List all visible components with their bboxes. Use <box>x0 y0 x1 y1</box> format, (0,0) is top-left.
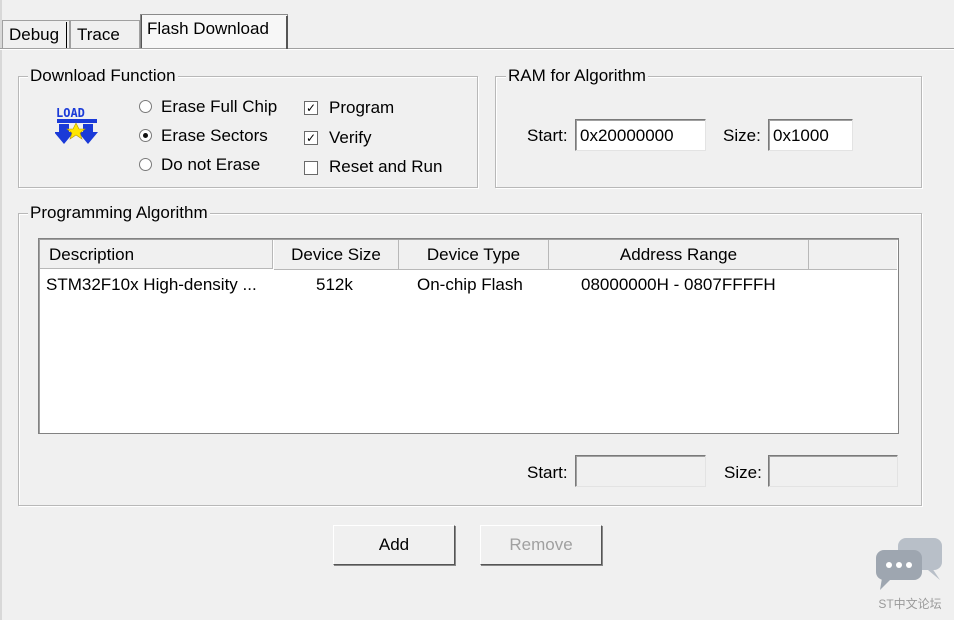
reset-and-run-label: Reset and Run <box>329 157 443 176</box>
erase-sectors-label: Erase Sectors <box>161 126 268 145</box>
row-device-size: 512k <box>316 275 353 294</box>
ram-size-label: Size: <box>723 126 761 145</box>
tab-trace-label: Trace <box>77 25 120 44</box>
tab-trace[interactable]: Trace <box>70 20 140 49</box>
tab-separator <box>66 22 67 48</box>
column-header-device-type[interactable]: Device Type <box>399 240 549 270</box>
verify-label: Verify <box>329 128 372 147</box>
verify-checkbox[interactable]: ✓ <box>304 131 318 145</box>
row-description: STM32F10x High-density ... <box>46 275 257 294</box>
watermark: ST中文论坛 <box>874 536 946 612</box>
ram-start-input[interactable]: 0x20000000 <box>575 119 706 151</box>
download-function-group: Download Function LOAD Erase Full Chip E… <box>18 66 478 188</box>
row-address-range: 08000000H - 0807FFFFH <box>581 275 776 294</box>
algorithm-list[interactable]: Description Device Size Device Type Addr… <box>38 238 899 434</box>
column-header-description[interactable]: Description <box>40 240 273 269</box>
column-header-empty <box>809 240 897 270</box>
window-left-edge <box>0 0 2 620</box>
column-header-address-range[interactable]: Address Range <box>549 240 809 270</box>
algorithm-size-input[interactable] <box>768 455 898 487</box>
reset-and-run-checkbox[interactable] <box>304 161 318 175</box>
programming-algorithm-title: Programming Algorithm <box>28 203 210 223</box>
algorithm-start-input[interactable] <box>575 455 706 487</box>
load-icon: LOAD <box>54 104 101 150</box>
tab-debug-label: Debug <box>9 25 60 44</box>
ram-for-algorithm-group: RAM for Algorithm Start: 0x20000000 Size… <box>495 66 922 188</box>
erase-full-chip-radio[interactable] <box>139 100 152 113</box>
chat-bubbles-icon <box>876 538 942 590</box>
remove-button[interactable]: Remove <box>480 525 602 565</box>
tab-flash-download[interactable]: Flash Download <box>140 14 288 49</box>
active-tab-edge <box>286 16 288 49</box>
load-icon-text: LOAD <box>56 106 85 120</box>
ram-start-label: Start: <box>527 126 568 145</box>
erase-full-chip-label: Erase Full Chip <box>161 97 278 116</box>
download-function-title: Download Function <box>28 66 178 86</box>
add-button[interactable]: Add <box>333 525 455 565</box>
ram-size-input[interactable]: 0x1000 <box>768 119 853 151</box>
tab-flash-download-label: Flash Download <box>147 19 269 38</box>
column-header-device-size[interactable]: Device Size <box>274 240 399 270</box>
programming-algorithm-group: Programming Algorithm Description Device… <box>18 203 922 506</box>
do-not-erase-label: Do not Erase <box>161 155 261 174</box>
tab-debug[interactable]: Debug <box>2 20 70 49</box>
algorithm-size-label: Size: <box>724 463 762 482</box>
do-not-erase-radio[interactable] <box>139 158 152 171</box>
tab-divider-highlight <box>0 49 954 50</box>
ram-for-algorithm-title: RAM for Algorithm <box>506 66 648 86</box>
program-checkbox[interactable]: ✓ <box>304 101 318 115</box>
program-label: Program <box>329 98 395 117</box>
watermark-text: ST中文论坛 <box>878 597 942 611</box>
erase-sectors-radio[interactable] <box>139 129 152 142</box>
algorithm-start-label: Start: <box>527 463 568 482</box>
row-device-type: On-chip Flash <box>417 275 523 294</box>
